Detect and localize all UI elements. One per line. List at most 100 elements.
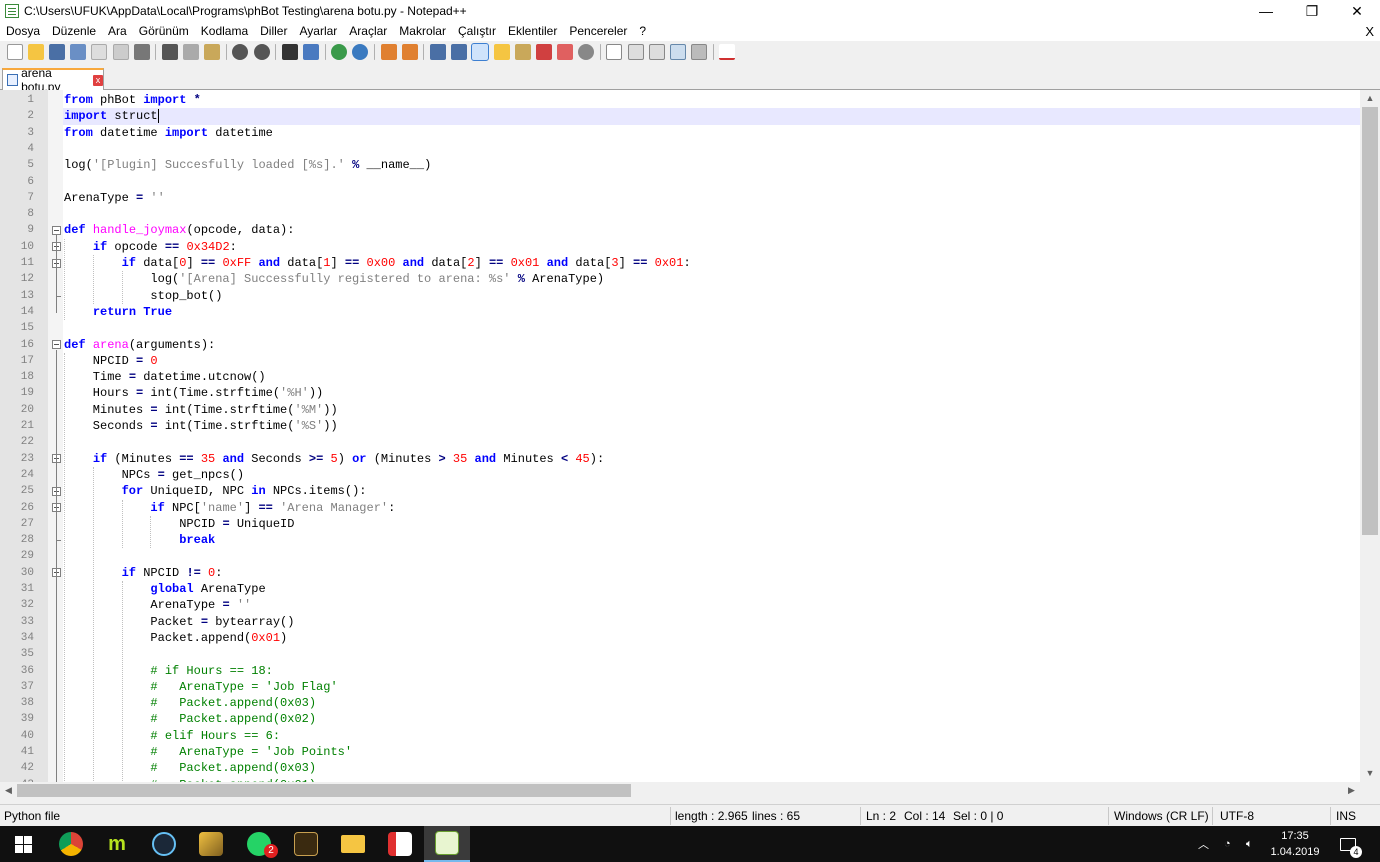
code-line[interactable]: ArenaType = '' [63, 190, 1360, 206]
menu-kodlama[interactable]: Kodlama [195, 22, 254, 41]
run-macro-multiple-icon[interactable] [670, 44, 687, 60]
code-line[interactable]: Time = datetime.utcnow() [63, 369, 1360, 385]
minimize-button[interactable]: — [1243, 0, 1289, 22]
find-icon[interactable] [281, 44, 298, 60]
zoom-out-icon[interactable] [352, 44, 369, 60]
new-file-icon[interactable] [6, 44, 23, 60]
code-line[interactable]: def handle_joymax(opcode, data): [63, 222, 1360, 238]
menu-araclar[interactable]: Araçlar [343, 22, 393, 41]
code-line[interactable]: # elif Hours == 6: [63, 728, 1360, 744]
menu-gorunum[interactable]: Görünüm [133, 22, 195, 41]
word-wrap-icon[interactable] [429, 44, 446, 60]
horizontal-scrollbar[interactable]: ◀ ▶ [0, 782, 1360, 799]
code-line[interactable]: global ArenaType [63, 581, 1360, 597]
function-list-icon[interactable] [535, 44, 552, 60]
indent-guide-icon[interactable] [471, 43, 490, 61]
wifi-icon[interactable]: ◔ [1224, 826, 1231, 862]
taskbar-game-app[interactable] [283, 826, 329, 862]
close-document-button[interactable]: X [1365, 22, 1374, 41]
horizontal-scroll-thumb[interactable] [17, 784, 631, 797]
taskbar-chrome[interactable] [48, 826, 94, 862]
play-macro-icon[interactable] [648, 44, 665, 60]
code-line[interactable]: Minutes = int(Time.strftime('%M')) [63, 402, 1360, 418]
zoom-in-icon[interactable] [331, 44, 348, 60]
code-line[interactable]: # Packet.append(0x02) [63, 711, 1360, 727]
code-line[interactable]: # if Hours == 18: [63, 663, 1360, 679]
copy-icon[interactable] [183, 44, 200, 60]
code-line[interactable]: Hours = int(Time.strftime('%H')) [63, 385, 1360, 401]
maximize-button[interactable]: ❐ [1289, 0, 1335, 22]
code-line[interactable] [63, 174, 1360, 190]
menu-makrolar[interactable]: Makrolar [393, 22, 452, 41]
code-line[interactable]: # Packet.append(0x03) [63, 760, 1360, 776]
taskbar-m-app[interactable]: m [94, 826, 140, 862]
fold-toggle-icon[interactable] [52, 225, 61, 235]
code-line[interactable]: break [63, 532, 1360, 548]
doc-map-icon[interactable] [514, 44, 531, 60]
taskbar-notepadpp[interactable] [424, 826, 470, 862]
notification-center-button[interactable]: 4 [1340, 826, 1362, 862]
redo-icon[interactable] [253, 44, 270, 60]
print-icon[interactable] [133, 44, 150, 60]
vertical-scrollbar[interactable]: ▲ ▼ [1360, 90, 1380, 782]
taskbar-file-explorer[interactable] [330, 826, 376, 862]
sync-horizontal-icon[interactable] [401, 44, 418, 60]
volume-icon[interactable]: 🔈︎ [1246, 826, 1253, 862]
code-area[interactable]: from phBot import * import struct from dat… [63, 90, 1360, 782]
code-line[interactable]: if opcode == 0x34D2: [63, 239, 1360, 255]
menu-help[interactable]: ? [633, 22, 652, 41]
menu-ayarlar[interactable]: Ayarlar [293, 22, 343, 41]
code-line[interactable] [63, 646, 1360, 662]
taskbar-pen-app[interactable] [188, 826, 234, 862]
undo-icon[interactable] [232, 44, 249, 60]
spell-check-icon[interactable] [719, 44, 736, 60]
taskbar-clock[interactable]: 17:35 1.04.2019 [1270, 828, 1320, 860]
replace-icon[interactable] [303, 44, 320, 60]
taskbar-px-app[interactable] [377, 826, 423, 862]
code-line[interactable]: def arena(arguments): [63, 337, 1360, 353]
code-line[interactable]: NPCID = UniqueID [63, 516, 1360, 532]
code-line[interactable]: Packet.append(0x01) [63, 630, 1360, 646]
close-all-icon[interactable] [112, 44, 129, 60]
cut-icon[interactable] [161, 44, 178, 60]
code-line[interactable]: log('[Plugin] Succesfully loaded [%s].' … [63, 157, 1360, 173]
scroll-down-icon[interactable]: ▼ [1360, 765, 1380, 782]
code-line[interactable]: ArenaType = '' [63, 597, 1360, 613]
save-all-icon[interactable] [70, 44, 87, 60]
code-line[interactable]: Packet = bytearray() [63, 614, 1360, 630]
code-line[interactable]: # ArenaType = 'Job Points' [63, 744, 1360, 760]
code-line[interactable]: from phBot import * [63, 92, 1360, 108]
code-line[interactable]: if NPC['name'] == 'Arena Manager': [63, 500, 1360, 516]
code-line[interactable]: if data[0] == 0xFF and data[1] == 0x00 a… [63, 255, 1360, 271]
code-line[interactable] [63, 206, 1360, 222]
menu-pencereler[interactable]: Pencereler [563, 22, 633, 41]
scroll-left-icon[interactable]: ◀ [0, 782, 17, 799]
windows-start-button[interactable] [0, 826, 46, 862]
menu-duzenle[interactable]: Düzenle [46, 22, 102, 41]
scroll-up-icon[interactable]: ▲ [1360, 90, 1380, 107]
menu-diller[interactable]: Diller [254, 22, 293, 41]
scroll-right-icon[interactable]: ▶ [1343, 782, 1360, 799]
code-line[interactable]: NPCs = get_npcs() [63, 467, 1360, 483]
user-language-icon[interactable] [493, 44, 510, 60]
menu-eklentiler[interactable]: Eklentiler [502, 22, 563, 41]
save-icon[interactable] [48, 44, 65, 60]
sync-vertical-icon[interactable] [380, 44, 397, 60]
paste-icon[interactable] [204, 44, 221, 60]
save-macro-icon[interactable] [691, 44, 708, 60]
code-line[interactable]: for UniqueID, NPC in NPCs.items(): [63, 483, 1360, 499]
open-file-icon[interactable] [27, 44, 44, 60]
taskbar-whatsapp[interactable]: 2 [236, 826, 282, 862]
code-line[interactable]: return True [63, 304, 1360, 320]
menu-calistir[interactable]: Çalıştır [452, 22, 502, 41]
code-line[interactable]: # ArenaType = 'Job Flag' [63, 679, 1360, 695]
tray-chevron-up-icon[interactable]: ︿ [1198, 826, 1209, 862]
code-line[interactable]: import struct [63, 108, 1360, 125]
code-line[interactable] [63, 320, 1360, 336]
folder-workspace-icon[interactable] [557, 44, 574, 60]
record-macro-icon[interactable] [606, 44, 623, 60]
tab-close-button[interactable]: x [92, 74, 103, 86]
code-line[interactable]: Seconds = int(Time.strftime('%S')) [63, 418, 1360, 434]
monitoring-icon[interactable] [578, 44, 595, 60]
code-line[interactable]: NPCID = 0 [63, 353, 1360, 369]
